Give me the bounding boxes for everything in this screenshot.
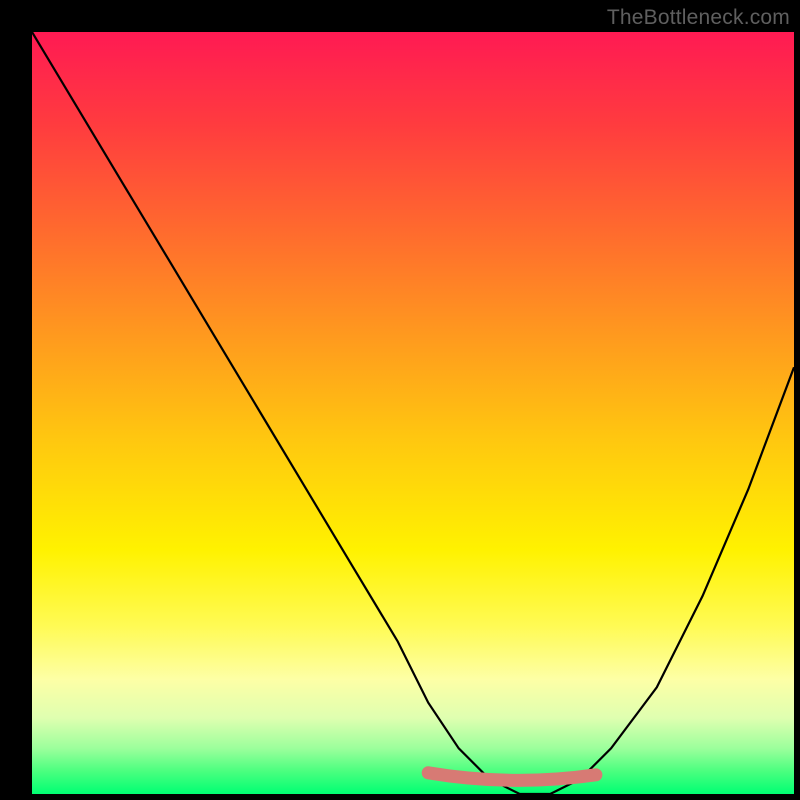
plot-area xyxy=(32,32,794,794)
bottleneck-curve-svg xyxy=(32,32,794,794)
chart-frame: TheBottleneck.com xyxy=(0,0,800,800)
bottleneck-curve-path xyxy=(32,32,794,794)
flat-region-marker xyxy=(428,773,596,781)
attribution-text: TheBottleneck.com xyxy=(607,6,790,30)
